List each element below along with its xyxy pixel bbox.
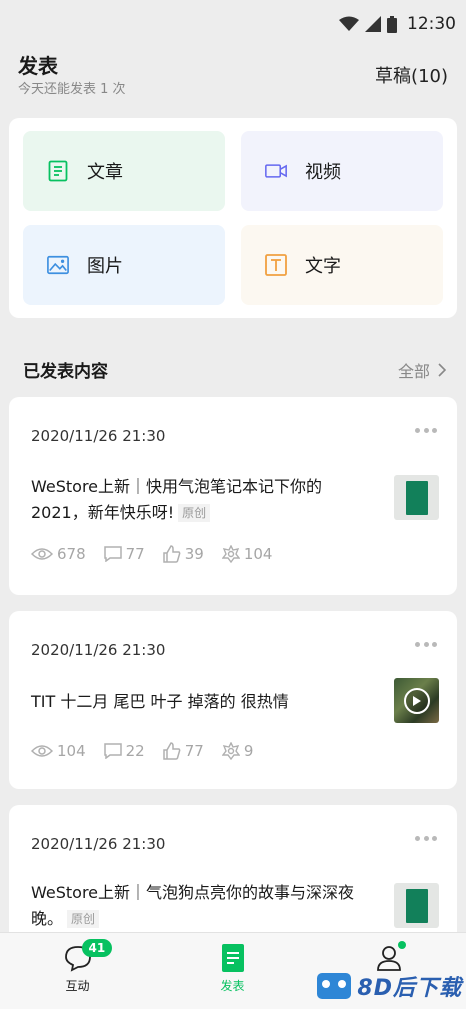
chevron-right-icon: [438, 363, 446, 377]
post-thumbnail: [394, 883, 439, 928]
nav-interact[interactable]: 41 互动: [0, 933, 155, 1009]
likes-count: 77: [184, 742, 204, 760]
watermark-mascot-icon: [317, 973, 352, 999]
post-thumbnail: [394, 475, 439, 520]
post-stats: 678 77 39 104: [31, 545, 272, 563]
create-article-button[interactable]: 文章: [23, 131, 225, 211]
battery-icon: [387, 15, 397, 33]
view-all-link[interactable]: 全部: [398, 358, 446, 382]
comments-stat: 22: [103, 742, 145, 760]
create-text-button[interactable]: 文字: [241, 225, 443, 305]
more-options-icon[interactable]: [415, 835, 437, 841]
create-panel: 文章 视频 图片 文字: [9, 118, 457, 318]
person-icon: [376, 946, 401, 971]
more-options-icon[interactable]: [415, 641, 437, 647]
post-text: WeStore上新｜快用气泡笔记本记下你的2021，新年快乐呀! 原创: [31, 474, 361, 526]
create-video-button[interactable]: 视频: [241, 131, 443, 211]
likes-stat: 39: [162, 545, 204, 563]
section-title: 已发表内容: [23, 362, 108, 382]
create-text-label: 文字: [305, 256, 341, 277]
shares-stat: 104: [221, 545, 273, 563]
text-icon: [265, 254, 287, 276]
comments-stat: 77: [103, 545, 145, 563]
views-count: 104: [57, 742, 86, 760]
nav-publish[interactable]: 发表: [155, 933, 310, 1009]
wifi-icon: [339, 16, 359, 31]
thumbs-up-icon: [162, 742, 181, 760]
drafts-button[interactable]: 草稿(10): [375, 62, 448, 88]
thumbs-up-icon: [162, 545, 181, 563]
post-date: 2020/11/26 21:30: [31, 427, 166, 445]
post-card[interactable]: 2020/11/26 21:30 TIT 十二月 尾巴 叶子 掉落的 很热情 1…: [9, 611, 457, 789]
article-icon: [47, 160, 69, 182]
publish-document-icon: [221, 944, 244, 972]
comment-icon: [103, 743, 122, 759]
likes-count: 39: [184, 545, 204, 563]
create-article-label: 文章: [87, 162, 123, 183]
watermark-logo: 8D后下载: [317, 970, 462, 1002]
unread-badge: 41: [81, 939, 113, 957]
create-image-label: 图片: [87, 256, 123, 277]
play-icon: [403, 687, 430, 714]
shares-count: 9: [243, 742, 254, 760]
post-stats: 104 22 77 9: [31, 742, 253, 760]
image-icon: [47, 254, 69, 276]
watermark-text: 8D后下载: [357, 976, 462, 1001]
video-icon: [265, 160, 287, 182]
nav-publish-label: 发表: [220, 979, 245, 993]
post-text-content: WeStore上新｜快用气泡笔记本记下你的2021，新年快乐呀!: [31, 477, 323, 522]
view-all-label: 全部: [397, 362, 430, 381]
share-icon: [221, 742, 240, 760]
create-video-label: 视频: [305, 162, 341, 183]
status-bar: 12:30: [0, 0, 466, 48]
post-date: 2020/11/26 21:30: [31, 641, 166, 659]
more-options-icon[interactable]: [415, 427, 437, 433]
views-stat: 678: [31, 545, 86, 563]
post-text: WeStore上新｜气泡狗点亮你的故事与深深夜晚。 原创: [31, 880, 361, 932]
shares-count: 104: [243, 545, 273, 563]
comment-icon: [103, 546, 122, 562]
views-stat: 104: [31, 742, 86, 760]
eye-icon: [31, 548, 53, 560]
signal-icon: [365, 16, 381, 32]
nav-interact-label: 互动: [65, 979, 90, 993]
status-time: 12:30: [407, 14, 456, 34]
comments-count: 77: [125, 545, 145, 563]
post-card[interactable]: 2020/11/26 21:30 WeStore上新｜气泡狗点亮你的故事与深深夜…: [9, 805, 457, 945]
original-tag: 原创: [178, 504, 211, 522]
page-subtitle: 今天还能发表 1 次: [18, 82, 126, 97]
post-date: 2020/11/26 21:30: [31, 835, 166, 853]
comments-count: 22: [125, 742, 145, 760]
notification-dot: [397, 941, 406, 949]
post-text: TIT 十二月 尾巴 叶子 掉落的 很热情: [31, 692, 289, 711]
shares-stat: 9: [221, 742, 254, 760]
post-video-thumbnail: [394, 678, 439, 723]
original-tag: 原创: [67, 910, 100, 928]
likes-stat: 77: [162, 742, 204, 760]
views-count: 678: [57, 545, 86, 563]
create-image-button[interactable]: 图片: [23, 225, 225, 305]
post-card[interactable]: 2020/11/26 21:30 WeStore上新｜快用气泡笔记本记下你的20…: [9, 397, 457, 595]
page-title: 发表: [18, 54, 58, 78]
eye-icon: [31, 745, 53, 757]
share-icon: [221, 545, 240, 563]
